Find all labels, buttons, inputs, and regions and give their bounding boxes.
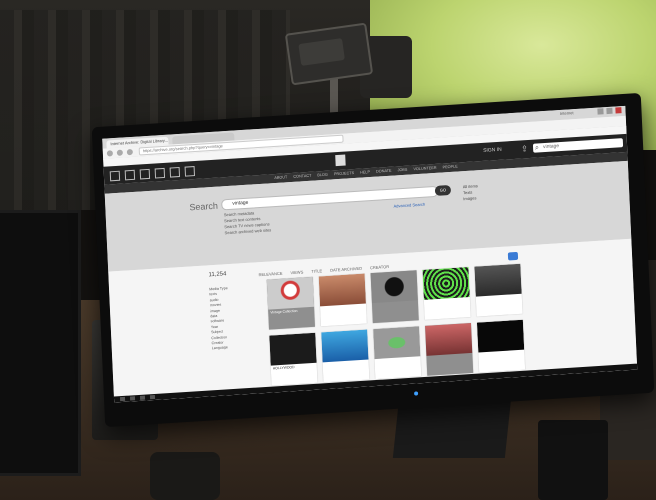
window-label: Internet (559, 110, 574, 116)
search-title: Search (189, 200, 219, 213)
tile-thumbnail (269, 332, 317, 366)
left-monitor (0, 210, 81, 476)
result-tile[interactable] (373, 326, 422, 380)
search-options: Search metadata Search text contents Sea… (224, 209, 272, 236)
tile-thumbnail (476, 319, 525, 353)
minimize-icon[interactable] (597, 108, 604, 115)
power-led-icon (414, 391, 419, 396)
desk-cup (150, 452, 220, 500)
results-count: 11,254 (208, 271, 227, 279)
result-tile[interactable]: Vintage Collection (266, 276, 315, 330)
start-icon[interactable] (119, 396, 126, 402)
tile-thumbnail (373, 326, 421, 360)
sort-option[interactable]: TITLE (311, 268, 322, 274)
tile-thumbnail (266, 276, 315, 310)
reload-icon[interactable] (126, 148, 133, 156)
images-icon[interactable] (184, 166, 196, 177)
upload-icon[interactable]: ⇪ (521, 144, 529, 153)
software-icon[interactable] (169, 166, 181, 178)
sign-in-link[interactable]: SIGN IN (483, 147, 502, 154)
facet-sidebar: Media Type texts audio movies image data… (209, 284, 267, 352)
results-grid: Vintage Collection HOLLYWOOD (266, 263, 531, 386)
maximize-icon[interactable] (606, 107, 613, 115)
taskbar-app-icon[interactable] (139, 395, 146, 400)
result-tile[interactable]: HOLLYWOOD (269, 332, 318, 386)
sort-option[interactable]: VIEWS (290, 269, 303, 275)
header-search-input[interactable]: vintage (532, 138, 624, 153)
result-tile[interactable] (370, 270, 419, 324)
video-icon[interactable] (139, 168, 151, 180)
photo-scene: Internet Archive: Digital Library... Int… (0, 0, 656, 500)
forward-icon[interactable] (116, 149, 124, 156)
web-icon[interactable] (109, 170, 121, 182)
tile-thumbnail (318, 273, 366, 307)
result-tile[interactable] (476, 319, 526, 373)
back-icon[interactable] (106, 150, 114, 157)
result-tile[interactable] (422, 267, 471, 320)
archive-logo-icon[interactable] (335, 154, 346, 167)
tile-view-icon[interactable] (507, 251, 519, 261)
monitor: Internet Archive: Digital Library... Int… (91, 92, 655, 428)
sort-option[interactable]: CREATOR (370, 264, 389, 270)
search-go-button[interactable]: GO (434, 184, 452, 196)
result-tile[interactable] (318, 273, 367, 327)
result-tile[interactable] (474, 263, 523, 317)
advanced-search-link[interactable]: Advanced Search (393, 202, 425, 209)
tile-thumbnail (321, 329, 369, 363)
audio-icon[interactable] (154, 167, 166, 179)
right-speaker (538, 420, 608, 500)
taskbar-app-icon[interactable] (149, 394, 156, 400)
result-tile[interactable] (321, 329, 370, 383)
sort-option[interactable]: RELEVANCE (258, 270, 282, 276)
close-icon[interactable] (615, 107, 622, 114)
tile-thumbnail (370, 270, 418, 304)
search-scope-radios: All items Texts Images (463, 183, 479, 202)
tile-thumbnail (422, 267, 470, 300)
result-tile[interactable] (425, 322, 474, 376)
taskbar-app-icon[interactable] (129, 396, 136, 401)
tile-thumbnail (474, 263, 522, 297)
sort-option[interactable]: DATE ARCHIVED (330, 265, 362, 272)
monitor-screen: Internet Archive: Digital Library... Int… (102, 105, 638, 403)
texts-icon[interactable] (124, 169, 136, 181)
tile-thumbnail (425, 322, 473, 356)
radio-option[interactable]: Images (463, 195, 478, 202)
